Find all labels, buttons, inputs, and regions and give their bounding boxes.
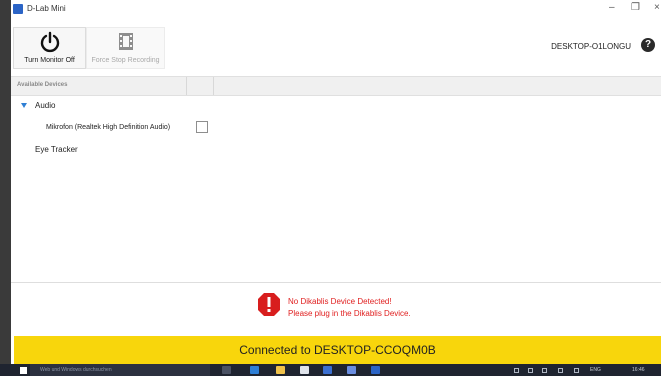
computer-name: DESKTOP-O1LONGU [551, 42, 631, 51]
tray-network-icon[interactable] [528, 368, 533, 373]
error-message-hint: Please plug in the Dikablis Device. [288, 309, 411, 318]
task-view-icon[interactable] [222, 366, 231, 374]
tray-keyboard-icon[interactable] [558, 368, 563, 373]
film-stop-icon [118, 33, 133, 50]
message-divider [11, 282, 661, 283]
left-desktop-strip [0, 0, 11, 364]
window-title: D-Lab Mini [27, 4, 66, 13]
devices-header: Available Devices [11, 76, 661, 96]
title-bar: D-Lab Mini – ❐ × [11, 0, 661, 20]
microphone-checkbox[interactable] [196, 121, 208, 133]
connection-status-text: Connected to DESKTOP-CCOQM0B [239, 343, 436, 357]
expand-audio-icon[interactable] [21, 103, 27, 108]
column-separator [186, 77, 187, 95]
error-octagon-icon [258, 293, 280, 316]
mail-icon[interactable] [323, 366, 332, 374]
column-separator [213, 77, 214, 95]
power-icon [40, 31, 59, 53]
app-window: D-Lab Mini – ❐ × Turn Monitor Off Force … [11, 0, 661, 364]
force-stop-recording-button[interactable]: Force Stop Recording [86, 27, 165, 69]
app-icon[interactable] [347, 366, 356, 374]
minimize-button[interactable]: – [609, 2, 615, 13]
eye-tracker-label[interactable]: Eye Tracker [35, 145, 78, 154]
windows-taskbar: Web und Windows durchsuchen ENG 16:46 [0, 364, 661, 376]
windows-start-icon[interactable] [20, 367, 27, 374]
file-explorer-icon[interactable] [276, 366, 285, 374]
clock-time[interactable]: 16:46 [632, 367, 645, 373]
microphone-device-label: Mikrofon (Realtek High Definition Audio) [46, 124, 171, 131]
help-icon[interactable]: ? [641, 38, 655, 52]
force-stop-recording-label: Force Stop Recording [91, 57, 160, 64]
app-logo-icon [13, 4, 23, 14]
tray-volume-icon[interactable] [542, 368, 547, 373]
turn-monitor-off-button[interactable]: Turn Monitor Off [13, 27, 86, 69]
available-devices-header: Available Devices [17, 82, 68, 88]
dlab-taskbar-icon[interactable] [371, 366, 380, 374]
turn-monitor-off-label: Turn Monitor Off [24, 57, 75, 64]
restore-button[interactable]: ❐ [631, 2, 640, 13]
taskbar-search-placeholder: Web und Windows durchsuchen [40, 367, 112, 373]
input-language[interactable]: ENG [590, 367, 601, 373]
edge-browser-icon[interactable] [250, 366, 259, 374]
store-icon[interactable] [300, 366, 309, 374]
audio-group-label[interactable]: Audio [35, 101, 55, 110]
close-button[interactable]: × [654, 2, 660, 13]
taskbar-search-box[interactable]: Web und Windows durchsuchen [30, 364, 210, 376]
connection-status-bar: Connected to DESKTOP-CCOQM0B [14, 336, 661, 364]
error-message-title: No Dikablis Device Detected! [288, 297, 392, 306]
tray-notification-icon[interactable] [574, 368, 579, 373]
tray-up-icon[interactable] [514, 368, 519, 373]
